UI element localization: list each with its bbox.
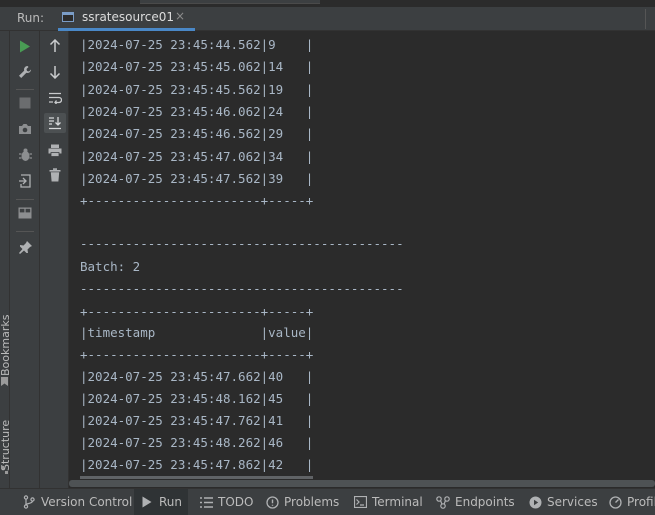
structure-icon xyxy=(1,466,8,474)
toolbar-separator xyxy=(16,89,34,90)
console-line: |2024-07-25 23:45:48.262|46 | xyxy=(80,435,314,450)
problems-icon xyxy=(265,495,279,509)
run-icon xyxy=(140,495,154,509)
header-divider xyxy=(645,9,646,29)
editor-fragment xyxy=(140,0,320,4)
console-line: +-----------------------+-----+ xyxy=(80,193,314,208)
run-bottom-tab[interactable]: Run xyxy=(134,489,189,515)
close-icon[interactable]: × xyxy=(175,9,185,23)
run-bottom-label: Run xyxy=(159,495,183,509)
terminal-icon xyxy=(353,495,367,509)
trash-icon xyxy=(49,168,61,182)
console-line: |2024-07-25 23:45:47.862|42 | xyxy=(80,457,314,472)
clear-all-button[interactable] xyxy=(44,165,66,185)
console-line: |2024-07-25 23:45:44.562|9 | xyxy=(80,37,314,52)
exit-button[interactable] xyxy=(14,171,36,191)
bottom-tool-window-bar: Version Control Run TODO Problems Termin… xyxy=(0,488,655,515)
down-stack-trace-button[interactable] xyxy=(44,62,66,82)
problems-label: Problems xyxy=(284,495,340,509)
pin-tab-button[interactable] xyxy=(14,237,36,257)
run-tab-title: ssratesource01 xyxy=(82,10,174,24)
services-label: Services xyxy=(547,495,598,509)
console-line: |2024-07-25 23:45:47.562|39 | xyxy=(80,171,314,186)
soft-wrap-button[interactable] xyxy=(44,88,66,108)
profiler-label: Profiler xyxy=(627,495,655,509)
console-line: |2024-07-25 23:45:47.062|34 | xyxy=(80,149,314,164)
endpoints-label: Endpoints xyxy=(455,495,515,509)
run-icon xyxy=(19,40,31,53)
run-tab-ssratesource01[interactable]: ssratesource01 × xyxy=(58,7,195,31)
left-tool-stripe: Bookmarks Structure xyxy=(0,31,12,488)
layout-icon xyxy=(18,207,32,219)
console-line: |2024-07-25 23:45:46.062|24 | xyxy=(80,104,314,119)
arrow-down-icon xyxy=(49,65,61,79)
dump-threads-button[interactable] xyxy=(14,119,36,139)
rerun-button[interactable] xyxy=(14,36,36,56)
console-line: |timestamp |value| xyxy=(80,325,314,340)
console-line: ----------------------------------------… xyxy=(80,236,404,251)
console-line: |2024-07-25 23:45:47.762|41 | xyxy=(80,413,314,428)
console-line: |2024-07-25 23:45:48.162|45 | xyxy=(80,391,314,406)
scroll-to-end-icon xyxy=(48,116,62,130)
problems-tab[interactable]: Problems xyxy=(265,489,339,515)
profiler-icon xyxy=(608,495,622,509)
exit-icon xyxy=(18,174,32,188)
console-line: |2024-07-25 23:45:45.562|19 | xyxy=(80,82,314,97)
console-line: |2024-07-25 23:45:45.062|14 | xyxy=(80,59,314,74)
edit-config-button[interactable] xyxy=(14,62,36,82)
endpoints-tab[interactable]: Endpoints xyxy=(436,489,515,515)
up-stack-trace-button[interactable] xyxy=(44,36,66,56)
pin-icon xyxy=(18,240,32,254)
services-icon xyxy=(528,495,542,509)
list-icon xyxy=(199,495,213,509)
endpoints-icon xyxy=(436,495,450,509)
horizontal-scrollbar[interactable] xyxy=(69,479,655,488)
terminal-label: Terminal xyxy=(372,495,423,509)
run-actions-toolbar xyxy=(10,31,40,488)
camera-icon xyxy=(18,123,32,135)
services-tab[interactable]: Services xyxy=(528,489,598,515)
editor-area-edge xyxy=(0,0,655,7)
todo-tab[interactable]: TODO xyxy=(199,489,253,515)
bug-icon xyxy=(18,148,32,162)
version-control-tab[interactable]: Version Control xyxy=(22,489,132,515)
console-output[interactable]: |2024-07-25 23:45:44.562|9 | |2024-07-25… xyxy=(69,31,655,488)
console-line: ----------------------------------------… xyxy=(80,281,404,296)
toolbar-separator xyxy=(16,231,34,232)
stop-button[interactable] xyxy=(14,93,36,113)
bookmarks-icon xyxy=(1,377,8,386)
stop-icon xyxy=(19,97,31,109)
branch-icon xyxy=(22,495,36,509)
print-icon xyxy=(48,144,62,157)
console-line: |2024-07-25 23:45:46.562|29 | xyxy=(80,126,314,141)
console-line: +-----------------------+-----+ xyxy=(80,304,314,319)
profiler-tab[interactable]: Profiler xyxy=(608,489,655,515)
ide-window: Run: ssratesource01 × Bookmarks Structur… xyxy=(0,0,655,515)
version-control-label: Version Control xyxy=(41,495,133,509)
console-line: Batch: 2 xyxy=(80,259,141,274)
toolbar-separator xyxy=(16,199,34,200)
arrow-up-icon xyxy=(49,39,61,53)
run-config-icon xyxy=(62,12,74,22)
layout-button[interactable] xyxy=(14,203,36,223)
terminal-tab[interactable]: Terminal xyxy=(353,489,423,515)
debug-button[interactable] xyxy=(14,145,36,165)
scroll-to-end-button[interactable] xyxy=(44,113,66,133)
wrench-icon xyxy=(18,65,32,79)
print-button[interactable] xyxy=(44,140,66,160)
soft-wrap-icon xyxy=(48,92,62,104)
scrollbar-thumb[interactable] xyxy=(69,480,655,487)
console-line: |2024-07-25 23:45:47.662|40 | xyxy=(80,369,314,384)
todo-label: TODO xyxy=(218,495,254,509)
run-tool-window-header: Run: ssratesource01 × xyxy=(0,7,655,31)
run-label: Run: xyxy=(17,11,45,25)
console-actions-toolbar xyxy=(40,31,69,488)
console-line: +-----------------------+-----+ xyxy=(80,347,314,362)
